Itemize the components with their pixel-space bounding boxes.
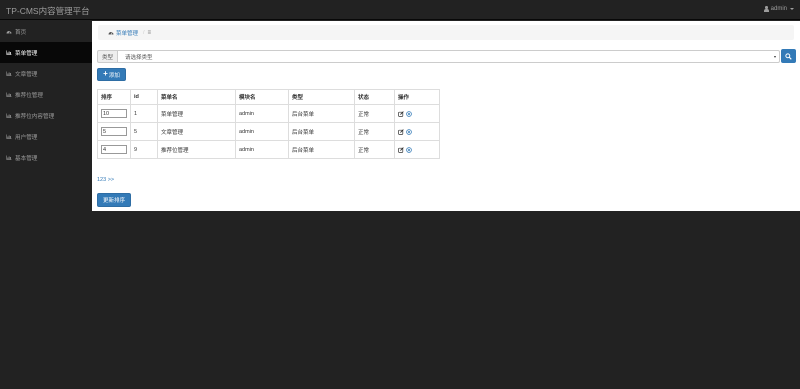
bar-chart-icon xyxy=(6,50,12,55)
sidebar-item-label: 首页 xyxy=(15,29,27,36)
menu-name-cell: 菜单管理 xyxy=(157,104,236,123)
type-filter: 类型 请选择类型 xyxy=(97,50,780,63)
pagination[interactable]: 123 >> xyxy=(97,177,114,183)
type-select[interactable]: 请选择类型 xyxy=(117,50,780,63)
breadcrumb-separator: / xyxy=(143,29,145,36)
delete-icon[interactable] xyxy=(406,128,412,135)
actions-cell xyxy=(394,122,440,141)
sidebar: 首页 菜单管理 文章管理 推荐位管理 推荐位内容管理 用户管理 基本管理 xyxy=(0,21,92,211)
sort-cell: 4 xyxy=(97,140,131,159)
chevron-down-icon xyxy=(774,55,776,58)
user-name: admin xyxy=(770,6,787,12)
breadcrumb-label: 菜单管理 xyxy=(116,30,139,37)
sort-input[interactable]: 5 xyxy=(101,127,127,136)
sidebar-item-article-management[interactable]: 文章管理 xyxy=(0,63,92,84)
sort-input[interactable]: 4 xyxy=(101,145,127,154)
sidebar-item-label: 基本管理 xyxy=(15,155,38,162)
menu-name-cell: 推荐位管理 xyxy=(157,140,236,159)
column-header-actions: 操作 xyxy=(394,89,440,105)
column-header-type: 类型 xyxy=(288,89,355,105)
type-select-value: 请选择类型 xyxy=(125,54,153,61)
column-header-status: 状态 xyxy=(354,89,395,105)
sidebar-item-basic-management[interactable]: 基本管理 xyxy=(0,147,92,168)
column-header-id: id xyxy=(130,89,158,105)
delete-icon[interactable] xyxy=(406,110,412,117)
bar-chart-icon xyxy=(6,134,12,139)
top-navbar: TP-CMS内容管理平台 admin xyxy=(0,0,800,20)
page-background xyxy=(0,211,800,389)
status-cell: 正常 xyxy=(354,140,395,159)
menu-name-cell: 文章管理 xyxy=(157,122,236,141)
sidebar-item-menu-management[interactable]: 菜单管理 xyxy=(0,42,92,63)
search-button[interactable] xyxy=(781,49,796,63)
edit-icon[interactable] xyxy=(398,110,404,117)
type-cell: 后台菜单 xyxy=(288,122,355,141)
table-row: 5 5 文章管理 admin 后台菜单 正常 xyxy=(97,122,440,141)
type-cell: 后台菜单 xyxy=(288,140,355,159)
status-cell: 正常 xyxy=(354,122,395,141)
module-cell: admin xyxy=(235,122,289,141)
id-cell: 5 xyxy=(130,122,158,141)
sidebar-item-label: 菜单管理 xyxy=(15,50,38,57)
sort-input[interactable]: 10 xyxy=(101,109,127,118)
edit-icon[interactable] xyxy=(398,146,404,153)
table-row: 4 9 推荐位管理 admin 后台菜单 正常 xyxy=(97,140,440,159)
add-button[interactable]: + 添加 xyxy=(97,68,126,81)
add-button-label: 添加 xyxy=(108,72,120,79)
module-cell: admin xyxy=(235,104,289,123)
bar-chart-icon xyxy=(6,92,12,97)
type-cell: 后台菜单 xyxy=(288,104,355,123)
breadcrumb: 菜单管理 / ≡ xyxy=(98,25,794,40)
id-cell: 1 xyxy=(130,104,158,123)
table-row: 10 1 菜单管理 admin 后台菜单 正常 xyxy=(97,104,440,123)
bar-chart-icon xyxy=(6,113,12,118)
table-header-row: 排序 id 菜单名 模块名 类型 状态 操作 xyxy=(97,89,440,105)
dashboard-icon xyxy=(6,31,12,34)
search-icon xyxy=(785,52,792,60)
brand-title[interactable]: TP-CMS内容管理平台 xyxy=(6,5,90,17)
sort-cell: 5 xyxy=(97,122,131,141)
type-filter-label: 类型 xyxy=(97,50,117,63)
status-cell: 正常 xyxy=(354,104,395,123)
sidebar-item-user-management[interactable]: 用户管理 xyxy=(0,126,92,147)
user-icon xyxy=(764,6,769,12)
actions-cell xyxy=(394,104,440,123)
id-cell: 9 xyxy=(130,140,158,159)
edit-icon[interactable] xyxy=(398,128,404,135)
module-cell: admin xyxy=(235,140,289,159)
column-header-menu-name: 菜单名 xyxy=(157,89,236,105)
dashboard-icon xyxy=(108,32,114,35)
column-header-sort: 排序 xyxy=(97,89,131,105)
sidebar-item-position-management[interactable]: 推荐位管理 xyxy=(0,84,92,105)
bar-chart-icon xyxy=(6,155,12,160)
sidebar-item-position-content-management[interactable]: 推荐位内容管理 xyxy=(0,105,92,126)
sort-cell: 10 xyxy=(97,104,131,123)
sidebar-item-label: 用户管理 xyxy=(15,134,38,141)
actions-cell xyxy=(394,140,440,159)
breadcrumb-current[interactable]: 菜单管理 xyxy=(108,29,138,37)
plus-icon: + xyxy=(103,69,108,78)
delete-icon[interactable] xyxy=(406,146,412,153)
bar-chart-icon xyxy=(6,71,12,76)
sidebar-item-label: 推荐位管理 xyxy=(15,92,43,99)
caret-down-icon xyxy=(790,8,794,10)
main-content: 菜单管理 / ≡ 类型 请选择类型 + 添加 排序 id 菜单名 模块名 类型 … xyxy=(92,21,800,211)
column-header-module: 模块名 xyxy=(235,89,289,105)
sidebar-item-home[interactable]: 首页 xyxy=(0,21,92,42)
user-menu[interactable]: admin xyxy=(764,6,794,12)
sidebar-item-label: 文章管理 xyxy=(15,71,38,78)
update-sort-button[interactable]: 更新排序 xyxy=(97,193,131,207)
list-icon[interactable]: ≡ xyxy=(148,30,152,36)
menu-table: 排序 id 菜单名 模块名 类型 状态 操作 10 1 菜单管理 admin 后… xyxy=(97,89,440,159)
sidebar-item-label: 推荐位内容管理 xyxy=(15,113,55,120)
